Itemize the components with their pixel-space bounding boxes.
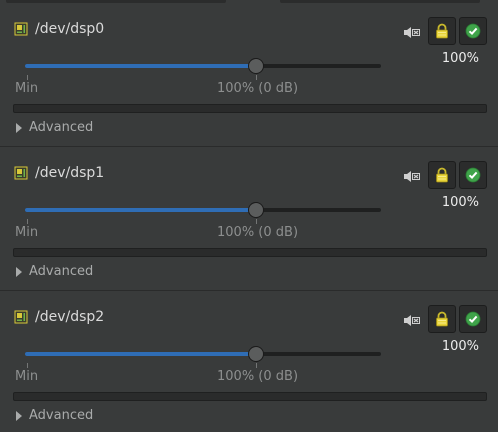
sound-card-icon (14, 310, 28, 324)
tab-edge-left (6, 0, 226, 3)
tab-edge-right (280, 0, 480, 3)
volume-slider-track[interactable] (25, 352, 381, 356)
lock-channels-button[interactable] (428, 305, 456, 333)
advanced-expander[interactable]: Advanced (16, 120, 93, 135)
checkmark-icon (465, 311, 481, 327)
expander-arrow-icon (16, 410, 22, 421)
checkmark-icon (465, 167, 481, 183)
lock-channels-button[interactable] (428, 161, 456, 189)
checkmark-icon (465, 23, 481, 39)
device-panel: /dev/dsp2 100% Min 100% (0 dB) Advanced (0, 292, 498, 432)
enable-device-button[interactable] (459, 17, 487, 45)
min-tick-mark (27, 363, 28, 368)
scale-min-label: Min (15, 225, 39, 240)
device-panel: /dev/dsp0 100% Min 100% (0 dB) Advanced (0, 4, 498, 144)
expander-arrow-icon (16, 266, 22, 277)
volume-slider-handle[interactable] (248, 202, 264, 218)
advanced-expander[interactable]: Advanced (16, 408, 93, 423)
lock-icon (436, 311, 448, 327)
sound-card-icon (14, 166, 28, 180)
zero-db-tick-mark (256, 75, 257, 80)
volume-slider-handle[interactable] (248, 346, 264, 362)
device-name: /dev/dsp2 (35, 309, 105, 325)
scale-min-label: Min (15, 81, 39, 96)
volume-percentage: 100% (441, 195, 479, 210)
volume-slider-track[interactable] (25, 208, 381, 212)
zero-db-tick-mark (256, 219, 257, 224)
lock-icon (436, 167, 448, 183)
panel-separator (0, 146, 498, 147)
min-tick-mark (27, 219, 28, 224)
scale-zero-db-label: 100% (0 dB) (217, 369, 299, 384)
speaker-mute-icon[interactable] (403, 26, 420, 39)
level-meter (13, 248, 487, 257)
device-name: /dev/dsp1 (35, 165, 105, 181)
advanced-label: Advanced (29, 264, 94, 279)
scale-zero-db-label: 100% (0 dB) (217, 225, 299, 240)
volume-slider-handle[interactable] (248, 58, 264, 74)
lock-channels-button[interactable] (428, 17, 456, 45)
expander-arrow-icon (16, 122, 22, 133)
volume-percentage: 100% (441, 339, 479, 354)
advanced-label: Advanced (29, 408, 94, 423)
advanced-expander[interactable]: Advanced (16, 264, 93, 279)
sound-card-icon (14, 22, 28, 36)
scale-min-label: Min (15, 369, 39, 384)
speaker-mute-icon[interactable] (403, 170, 420, 183)
zero-db-tick-mark (256, 363, 257, 368)
volume-slider-fill (25, 64, 256, 68)
panel-separator (0, 290, 498, 291)
volume-slider-track[interactable] (25, 64, 381, 68)
scale-zero-db-label: 100% (0 dB) (217, 81, 299, 96)
level-meter (13, 392, 487, 401)
enable-device-button[interactable] (459, 305, 487, 333)
volume-percentage: 100% (441, 51, 479, 66)
volume-slider-fill (25, 208, 256, 212)
level-meter (13, 104, 487, 113)
lock-icon (436, 23, 448, 39)
volume-slider-fill (25, 352, 256, 356)
device-name: /dev/dsp0 (35, 21, 105, 37)
device-panel: /dev/dsp1 100% Min 100% (0 dB) Advanced (0, 148, 498, 288)
enable-device-button[interactable] (459, 161, 487, 189)
advanced-label: Advanced (29, 120, 94, 135)
min-tick-mark (27, 75, 28, 80)
speaker-mute-icon[interactable] (403, 314, 420, 327)
